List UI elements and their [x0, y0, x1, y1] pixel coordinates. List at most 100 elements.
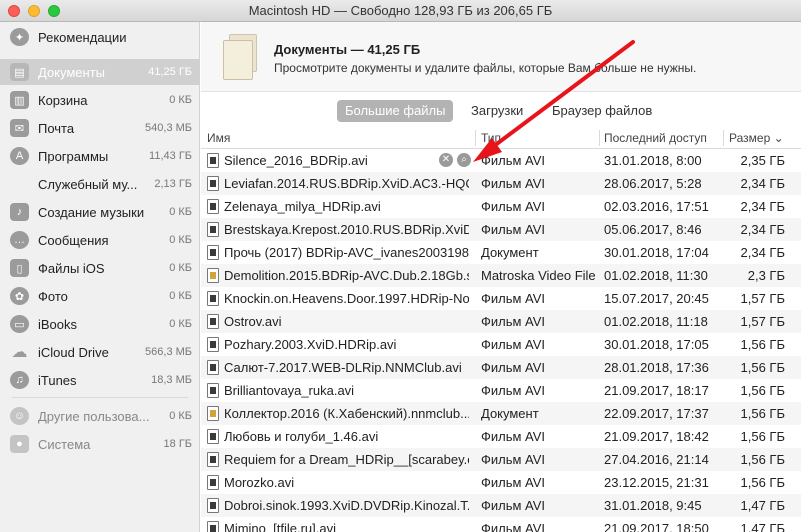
guitar-icon: ♪	[10, 203, 29, 221]
file-icon	[207, 337, 219, 352]
tab-file-browser[interactable]: Браузер файлов	[544, 100, 660, 122]
sidebar-item-label: iBooks	[38, 317, 78, 332]
sidebar-item-size: 41,25 ГБ	[148, 66, 192, 78]
table-row[interactable]: Прочь (2017) BDRip-AVC_ivanes2003198... Д…	[201, 241, 801, 264]
file-type: Фильм AVI	[481, 222, 546, 237]
music-note-icon: ♫	[10, 371, 29, 389]
file-icon	[207, 521, 219, 532]
sidebar-item-label: iCloud Drive	[38, 345, 109, 360]
column-header-size[interactable]: Размер ⌄	[729, 131, 784, 145]
sidebar-item-label: Создание музыки	[38, 205, 145, 220]
photos-icon: ✿	[10, 287, 29, 305]
sidebar-item-utility[interactable]: Служебный му... 2,13 ГБ	[0, 171, 200, 197]
file-type: Фильм AVI	[481, 521, 546, 532]
sidebar-item-mail[interactable]: ✉ Почта 540,3 МБ	[0, 115, 200, 141]
magnifier-icon[interactable]: ⌕	[457, 153, 471, 167]
table-row[interactable]: Leviafan.2014.RUS.BDRip.XviD.AC3.-HQCLUB…	[201, 172, 801, 195]
sidebar-item-photos[interactable]: ✿ Фото 0 КБ	[0, 283, 200, 309]
last-access-date: 21.09.2017, 18:50	[604, 521, 709, 532]
remove-file-icon[interactable]: ✕	[439, 153, 453, 167]
last-access-date: 22.09.2017, 17:37	[604, 406, 709, 421]
sidebar-item-label: Корзина	[38, 93, 88, 108]
table-header: Имя Тип Последний доступ Размер ⌄	[201, 127, 801, 149]
table-row[interactable]: Салют-7.2017.WEB-DLRip.NNMClub.avi Фильм …	[201, 356, 801, 379]
file-type: Фильм AVI	[481, 383, 546, 398]
file-icon	[207, 475, 219, 490]
sidebar-item-ios-files[interactable]: ▯ Файлы iOS 0 КБ	[0, 255, 200, 281]
last-access-date: 02.03.2016, 17:51	[604, 199, 709, 214]
users-icon: ☺	[10, 407, 29, 425]
column-header-name[interactable]: Имя	[207, 131, 230, 145]
table-row[interactable]: Любовь и голуби_1.46.avi Фильм AVI 21.09.2…	[201, 425, 801, 448]
column-header-type[interactable]: Тип	[481, 131, 501, 145]
file-size: 1,47 ГБ	[740, 498, 785, 513]
file-type: Фильм AVI	[481, 291, 546, 306]
tab-large-files[interactable]: Большие файлы	[337, 100, 454, 122]
sidebar-item-label: Служебный му...	[38, 177, 138, 192]
file-name: Прочь (2017) BDRip-AVC_ivanes2003198...	[224, 245, 469, 260]
table-row[interactable]: Коллектор.2016 (К.Хабенский).nnmclub....…	[201, 402, 801, 425]
file-size: 1,47 ГБ	[740, 521, 785, 532]
sidebar-item-trash[interactable]: ▥ Корзина 0 КБ	[0, 87, 200, 113]
file-size: 1,56 ГБ	[740, 383, 785, 398]
file-name: Салют-7.2017.WEB-DLRip.NNMClub.avi	[224, 360, 462, 375]
minimize-window-button[interactable]	[28, 5, 40, 17]
file-name: Pozhary.2003.XviD.HDRip.avi	[224, 337, 397, 352]
sidebar-item-size: 0 КБ	[169, 318, 192, 330]
sidebar-item-system[interactable]: ● Система 18 ГБ	[0, 431, 200, 457]
category-title: Документы — 41,25 ГБ	[274, 42, 421, 57]
last-access-date: 21.09.2017, 18:17	[604, 383, 709, 398]
sidebar-item-music-creation[interactable]: ♪ Создание музыки 0 КБ	[0, 199, 200, 225]
sidebar-item-icloud-drive[interactable]: ☁ iCloud Drive 566,3 МБ	[0, 339, 200, 365]
mail-icon: ✉	[10, 119, 29, 137]
table-row[interactable]: Silence_2016_BDRip.avi ✕ ⌕ Фильм AVI 31.01.2…	[201, 149, 801, 172]
file-type: Matroska Video File	[481, 268, 596, 283]
file-name: Zelenaya_milya_HDRip.avi	[224, 199, 381, 214]
main-panel: Документы — 41,25 ГБ Просмотрите докумен…	[201, 22, 801, 532]
file-size: 1,57 ГБ	[740, 314, 785, 329]
sidebar-item-ibooks[interactable]: ▭ iBooks 0 КБ	[0, 311, 200, 337]
table-row[interactable]: Ostrov.avi Фильм AVI 01.02.2018, 11:18 1,57…	[201, 310, 801, 333]
blank-icon	[10, 175, 29, 193]
file-size: 1,57 ГБ	[740, 291, 785, 306]
sidebar-item-label: Система	[38, 437, 91, 452]
last-access-date: 01.02.2018, 11:18	[604, 314, 708, 329]
column-header-last-access[interactable]: Последний доступ	[604, 131, 707, 145]
last-access-date: 23.12.2015, 21:31	[604, 475, 709, 490]
cloud-icon: ☁	[11, 344, 28, 361]
table-row[interactable]: Demolition.2015.BDRip-AVC.Dub.2.18Gb.s..…	[201, 264, 801, 287]
table-row[interactable]: Requiem for a Dream_HDRip__[scarabey.or.…	[201, 448, 801, 471]
sidebar-divider	[12, 397, 188, 398]
close-window-button[interactable]	[8, 5, 20, 17]
sidebar-item-size: 11,43 ГБ	[149, 150, 192, 162]
last-access-date: 31.01.2018, 8:00	[604, 153, 702, 168]
file-size: 1,56 ГБ	[740, 429, 785, 444]
zoom-window-button[interactable]	[48, 5, 60, 17]
file-type: Документ	[481, 245, 539, 260]
sidebar-item-itunes[interactable]: ♫ iTunes 18,3 МБ	[0, 367, 200, 393]
sidebar-item-size: 0 КБ	[169, 262, 192, 274]
tab-downloads[interactable]: Загрузки	[463, 100, 531, 122]
table-row[interactable]: Mimino_[tfile.ru].avi Фильм AVI 21.09.2017…	[201, 517, 801, 532]
file-name: Ostrov.avi	[224, 314, 282, 329]
file-name: Knockin.on.Heavens.Door.1997.HDRip-No...	[224, 291, 469, 306]
sidebar-item-recommendations[interactable]: ✦ Рекомендации	[0, 24, 200, 50]
file-type: Фильм AVI	[481, 475, 546, 490]
file-size: 2,35 ГБ	[740, 153, 785, 168]
sidebar-item-documents[interactable]: ▤ Документы 41,25 ГБ	[0, 59, 200, 85]
file-size: 1,56 ГБ	[740, 475, 785, 490]
file-name: Demolition.2015.BDRip-AVC.Dub.2.18Gb.s..…	[224, 268, 469, 283]
file-type: Фильм AVI	[481, 429, 546, 444]
book-icon: ▭	[10, 315, 29, 333]
table-row[interactable]: Pozhary.2003.XviD.HDRip.avi Фильм AVI 30.0…	[201, 333, 801, 356]
sidebar-item-label: Сообщения	[38, 233, 109, 248]
table-row[interactable]: Knockin.on.Heavens.Door.1997.HDRip-No...…	[201, 287, 801, 310]
table-row[interactable]: Brilliantovaya_ruka.avi Фильм AVI 21.09.20…	[201, 379, 801, 402]
table-row[interactable]: Morozko.avi Фильм AVI 23.12.2015, 21:31 1,5…	[201, 471, 801, 494]
table-row[interactable]: Dobroi.sinok.1993.XviD.DVDRip.Kinozal.T.…	[201, 494, 801, 517]
sidebar-item-apps[interactable]: A Программы 11,43 ГБ	[0, 143, 200, 169]
sidebar-item-other-users[interactable]: ☺ Другие пользова... 0 КБ	[0, 403, 200, 429]
sidebar-item-messages[interactable]: … Сообщения 0 КБ	[0, 227, 200, 253]
table-row[interactable]: Zelenaya_milya_HDRip.avi Фильм AVI 02.03.2…	[201, 195, 801, 218]
table-row[interactable]: Brestskaya.Krepost.2010.RUS.BDRip.XviD.A…	[201, 218, 801, 241]
